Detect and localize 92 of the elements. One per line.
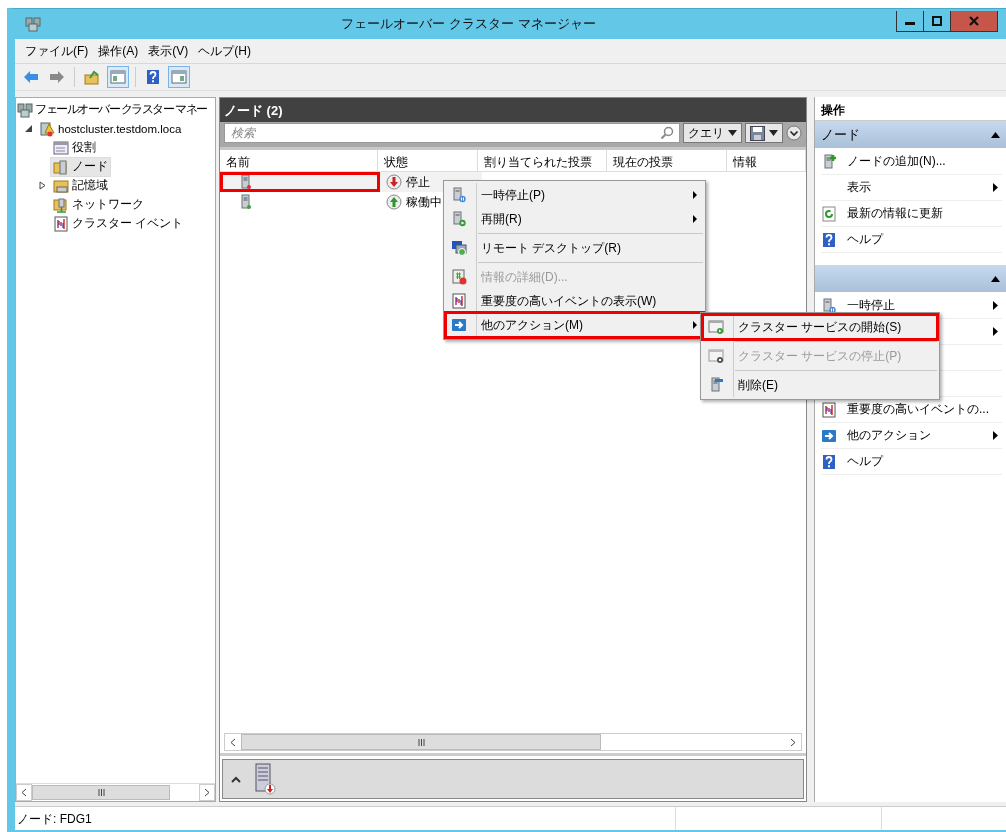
status-text: ノード: FDG1 <box>17 812 92 826</box>
arrow-right-icon <box>821 427 837 444</box>
close-icon <box>969 16 979 26</box>
grip-icon <box>97 789 105 796</box>
arrow-right-icon <box>451 317 467 333</box>
tree-item[interactable]: フェールオーバー クラスター マネー <box>16 99 208 120</box>
action-item[interactable]: 最新の情報に更新 <box>821 201 1002 227</box>
column-header[interactable]: 名前 <box>220 150 378 171</box>
horizontal-scrollbar[interactable] <box>16 783 215 801</box>
help-icon <box>821 453 837 470</box>
menu-item[interactable]: 他のアクション(M) <box>446 313 703 337</box>
window-title: フェールオーバー クラスター マネージャー <box>340 15 597 33</box>
section-header[interactable]: ノード <box>815 121 1006 148</box>
menu-item[interactable]: 操作(A) <box>93 42 144 60</box>
status-text: 停止 <box>406 173 430 191</box>
menu-item[interactable]: 重要度の高いイベントの表示(W) <box>446 289 703 313</box>
search-icon[interactable] <box>660 126 674 140</box>
save-query-button[interactable] <box>745 123 783 143</box>
toolbar-button[interactable] <box>168 66 190 88</box>
expand-icon[interactable] <box>786 125 802 141</box>
details-icon <box>451 269 467 285</box>
scroll-left-icon[interactable] <box>21 788 27 797</box>
server-play-icon <box>451 211 467 227</box>
server-icon <box>238 194 254 210</box>
action-item[interactable]: ヘルプ <box>821 227 1002 253</box>
toolbar-button[interactable] <box>107 66 129 88</box>
column-header[interactable]: 現在の投票 <box>607 150 728 171</box>
back-arrow-icon <box>23 69 39 85</box>
action-item[interactable]: ノードの追加(N)... <box>821 149 1002 175</box>
tree-item[interactable]: クラスター イベント <box>50 213 187 234</box>
maximize-icon <box>932 16 942 26</box>
folder-network-icon <box>53 196 69 213</box>
event-log-icon <box>821 401 837 418</box>
menu-item[interactable]: ヘルプ(H) <box>193 42 256 60</box>
menu-item[interactable]: リモート デスクトップ(R) <box>446 236 703 260</box>
folder-drive-icon <box>53 177 69 194</box>
action-item[interactable]: 表示 <box>821 175 1002 201</box>
scroll-right-icon[interactable] <box>790 737 796 747</box>
action-item[interactable]: 他のアクション <box>821 423 1002 449</box>
save-icon <box>750 125 765 141</box>
server-remove-icon <box>708 377 724 393</box>
action-item[interactable]: ヘルプ <box>821 449 1002 475</box>
help-icon <box>821 231 837 248</box>
pane-title: ノード (2) <box>220 98 806 122</box>
column-header[interactable]: 情報 <box>727 150 806 171</box>
tree-item[interactable]: 記憶域 <box>50 175 111 196</box>
folder-up-icon <box>84 69 100 85</box>
add-server-icon <box>821 153 837 170</box>
menu-item[interactable]: 削除(E) <box>703 373 937 397</box>
collapse-icon[interactable] <box>231 775 241 783</box>
search-field[interactable]: 検索 <box>224 123 680 143</box>
status-text: 稼働中 <box>406 193 442 211</box>
event-log-icon <box>53 215 69 232</box>
column-header[interactable]: 割り当てられた投票 <box>478 150 607 171</box>
pane-icon <box>171 69 187 85</box>
close-button[interactable] <box>951 11 997 31</box>
caret-icon <box>769 130 778 136</box>
table-row[interactable]: 停止 <box>220 172 482 192</box>
horizontal-scrollbar[interactable] <box>224 733 802 751</box>
query-button[interactable]: クエリ <box>683 123 742 143</box>
server-icon <box>253 763 277 795</box>
cluster-icon <box>39 120 55 137</box>
event-log-icon <box>451 293 467 309</box>
window-icon <box>53 139 69 156</box>
refresh-icon <box>821 205 837 222</box>
caret-icon <box>728 130 737 136</box>
tree-item[interactable]: hostcluster.testdom.loca <box>36 118 185 139</box>
server-pause-icon <box>821 297 837 314</box>
expand-icon[interactable] <box>38 181 47 190</box>
collapse-icon[interactable] <box>991 131 1000 138</box>
window-stop-icon <box>708 348 724 364</box>
help-icon <box>145 69 161 85</box>
grip-icon <box>417 738 425 746</box>
collapse-icon[interactable] <box>991 275 1000 282</box>
menu-item[interactable]: ファイル(F) <box>20 42 94 60</box>
servers-icon <box>17 101 33 118</box>
server-pause-icon <box>451 187 467 203</box>
tree-item[interactable]: 役割 <box>50 137 99 158</box>
tree-item[interactable]: ネットワーク <box>50 194 147 215</box>
folder-server-icon <box>53 158 69 175</box>
server-icon <box>238 174 254 190</box>
window-play-icon <box>708 319 724 335</box>
remote-desktop-icon <box>451 240 467 256</box>
column-header[interactable]: 状態 <box>377 150 478 171</box>
scroll-right-icon[interactable] <box>204 788 210 797</box>
servers-icon <box>25 16 41 32</box>
menu-item[interactable]: 表示(V) <box>143 42 194 60</box>
forward-arrow-icon <box>49 69 65 85</box>
pane-icon <box>110 69 126 85</box>
tree-item[interactable]: ノード <box>50 156 111 177</box>
collapse-icon[interactable] <box>24 124 33 133</box>
scroll-left-icon[interactable] <box>230 737 236 747</box>
